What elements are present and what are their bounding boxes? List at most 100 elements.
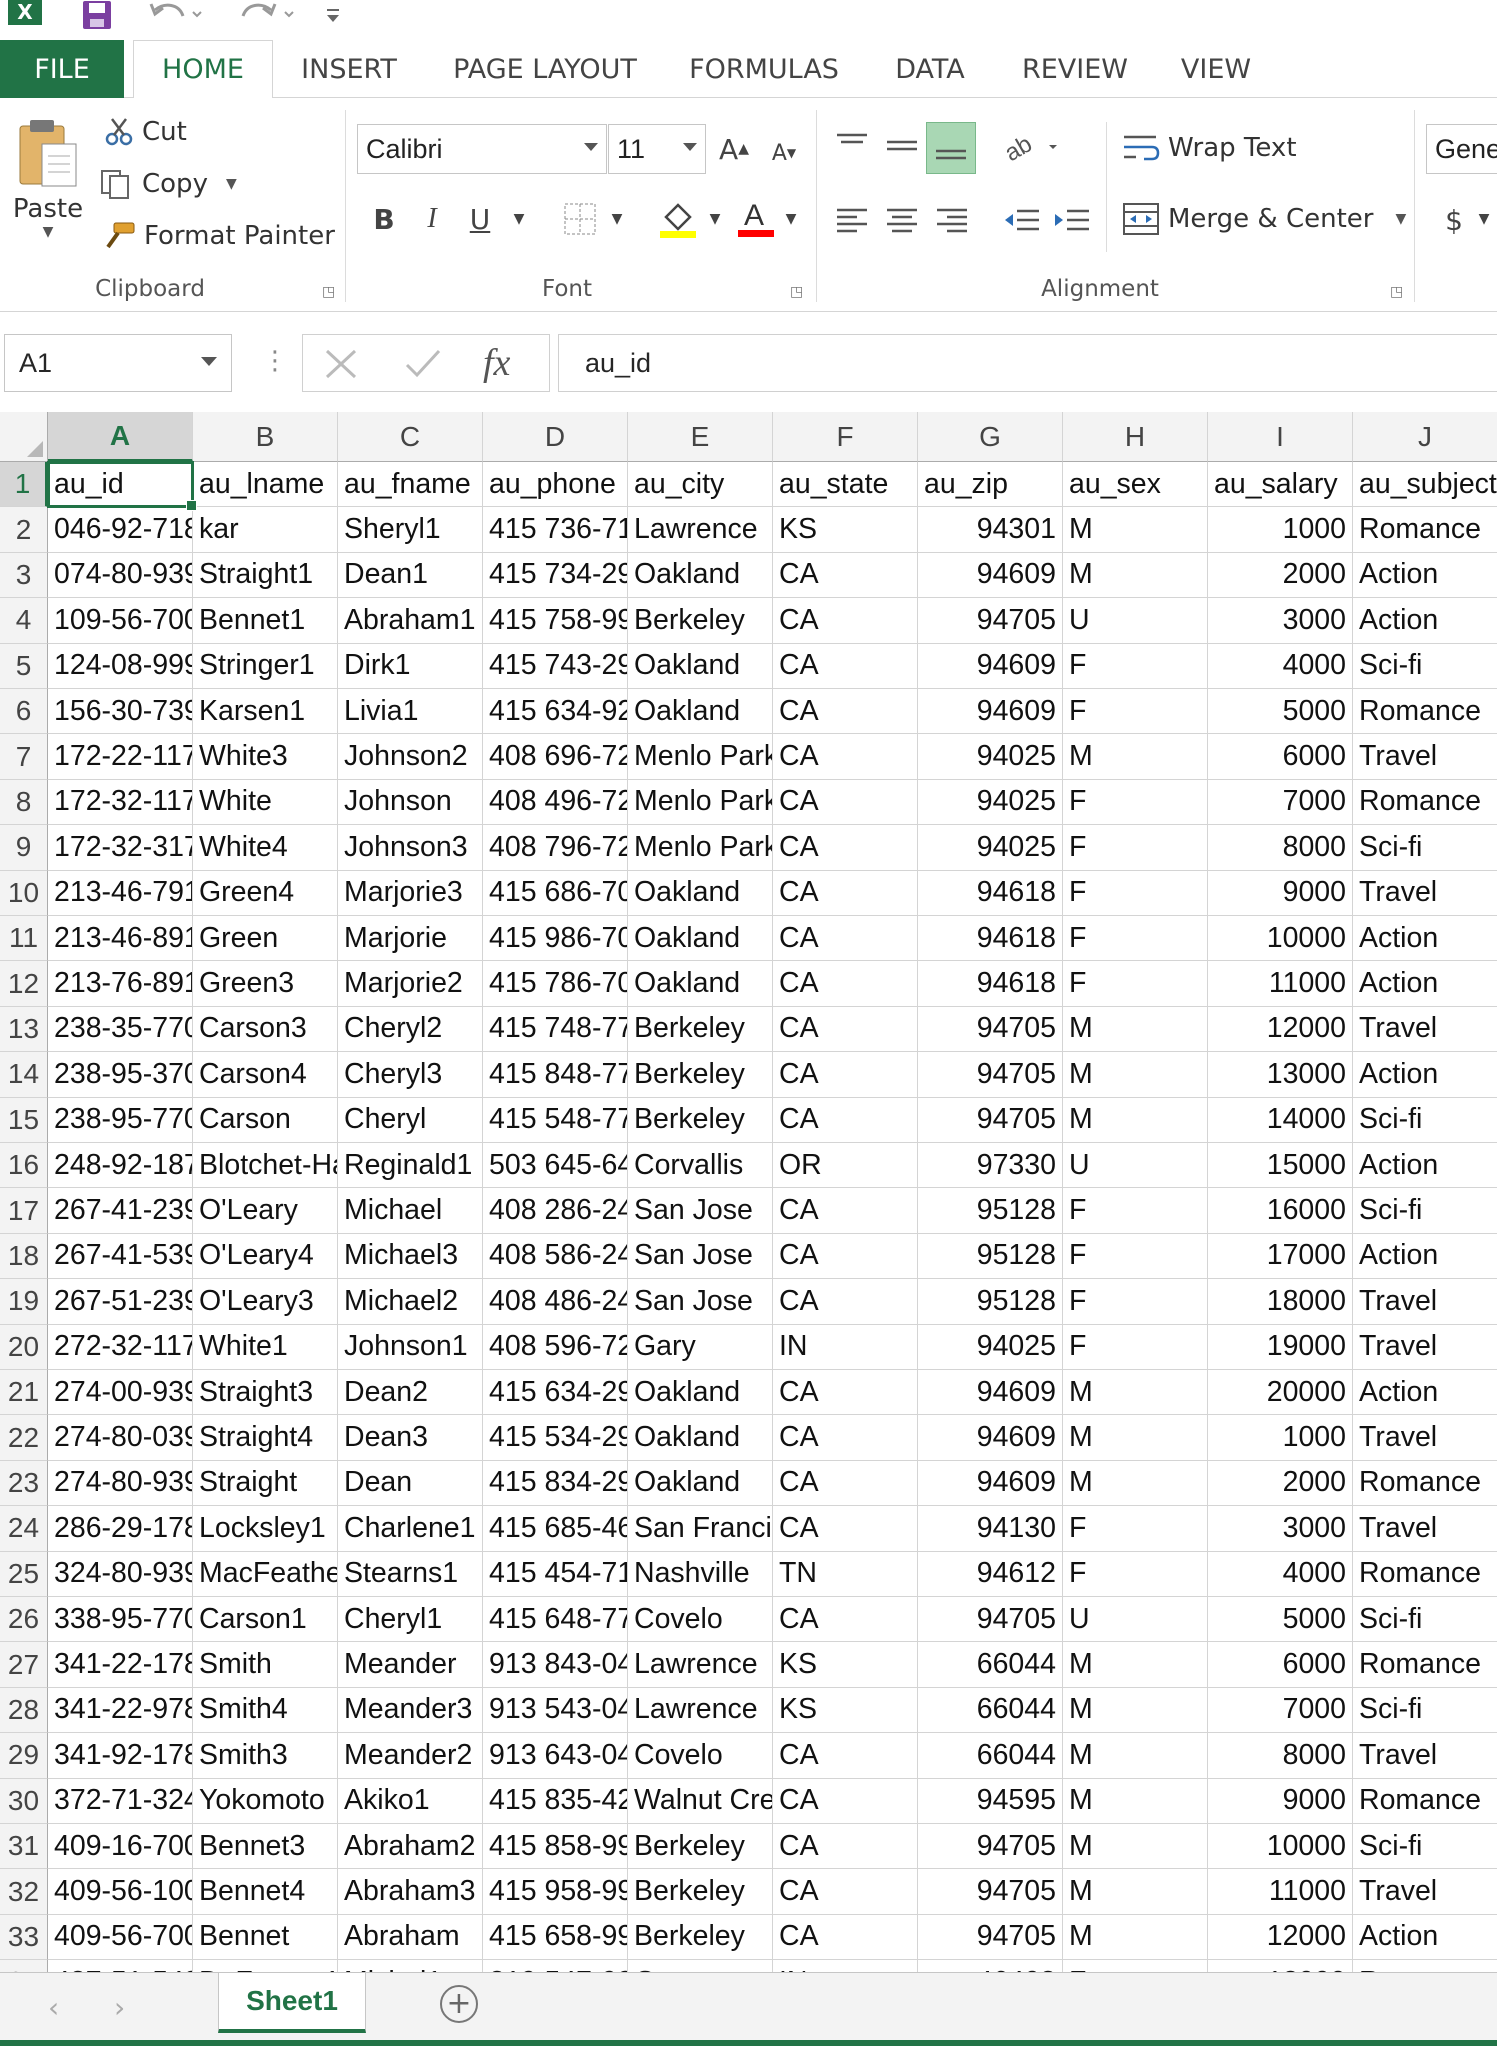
- table-cell[interactable]: Dean1: [338, 552, 483, 599]
- table-cell[interactable]: Reginald1: [338, 1143, 483, 1189]
- grow-font-icon[interactable]: A ▲: [716, 128, 752, 170]
- table-cell[interactable]: Oakland: [628, 916, 773, 962]
- tab-file[interactable]: FILE: [0, 40, 124, 98]
- table-cell[interactable]: M: [1063, 1824, 1208, 1870]
- table-cell[interactable]: Nashville: [628, 1551, 773, 1597]
- italic-button[interactable]: I: [414, 198, 450, 240]
- table-cell[interactable]: 338-95-770: [48, 1597, 193, 1643]
- tab-review[interactable]: REVIEW: [1012, 40, 1138, 98]
- table-cell[interactable]: Marjorie3: [338, 870, 483, 916]
- table-cell[interactable]: Abraham2: [338, 1824, 483, 1870]
- table-cell[interactable]: 66044: [918, 1642, 1063, 1688]
- table-cell[interactable]: M: [1063, 1052, 1208, 1098]
- row-header[interactable]: 34: [0, 1960, 48, 1972]
- table-cell[interactable]: Green4: [193, 870, 338, 916]
- table-cell[interactable]: M: [1063, 1006, 1208, 1053]
- table-cell[interactable]: 7000: [1208, 779, 1353, 826]
- table-cell[interactable]: Berkeley: [628, 1824, 773, 1870]
- font-color-icon[interactable]: A: [734, 194, 778, 242]
- table-cell[interactable]: 408 696-72: [483, 734, 628, 780]
- table-cell[interactable]: 238-35-770: [48, 1006, 193, 1053]
- add-sheet-icon[interactable]: +: [440, 1985, 478, 2023]
- table-cell[interactable]: 94612: [918, 1551, 1063, 1597]
- table-cell[interactable]: O'Leary: [193, 1188, 338, 1234]
- table-cell[interactable]: Travel: [1353, 1506, 1497, 1552]
- borders-icon[interactable]: [560, 198, 600, 240]
- table-cell[interactable]: OR: [773, 1143, 918, 1189]
- table-cell[interactable]: 415 548-77: [483, 1097, 628, 1143]
- merge-dropdown-icon[interactable]: ▼: [1395, 211, 1406, 227]
- table-cell[interactable]: 95128: [918, 1233, 1063, 1280]
- table-cell[interactable]: Sheryl1: [338, 507, 483, 553]
- table-cell[interactable]: 267-41-239: [48, 1188, 193, 1234]
- table-cell[interactable]: 5000: [1208, 1597, 1353, 1643]
- table-cell[interactable]: 415 786-70: [483, 961, 628, 1007]
- table-cell[interactable]: Sci-fi: [1353, 1824, 1497, 1870]
- table-cell[interactable]: 94705: [918, 1052, 1063, 1098]
- table-cell[interactable]: 408 486-24: [483, 1279, 628, 1325]
- table-cell[interactable]: Covelo: [628, 1597, 773, 1643]
- align-top-icon[interactable]: [830, 122, 874, 170]
- row-header[interactable]: 18: [0, 1233, 48, 1280]
- table-cell[interactable]: Action: [1353, 598, 1497, 644]
- table-cell[interactable]: 409-56-700: [48, 1914, 193, 1961]
- formula-input[interactable]: au_id: [558, 334, 1497, 392]
- table-cell[interactable]: 415 686-70: [483, 870, 628, 916]
- tab-page-layout[interactable]: PAGE LAYOUT: [440, 40, 650, 98]
- table-cell[interactable]: Michael3: [338, 1233, 483, 1280]
- table-cell[interactable]: 341-22-978: [48, 1687, 193, 1734]
- table-cell[interactable]: White3: [193, 734, 338, 780]
- table-cell[interactable]: 9000: [1208, 1778, 1353, 1824]
- table-cell[interactable]: Covelo: [628, 1733, 773, 1779]
- table-cell[interactable]: Oakland: [628, 689, 773, 735]
- column-header-e[interactable]: E: [628, 412, 773, 462]
- row-header[interactable]: 25: [0, 1551, 48, 1597]
- table-cell[interactable]: Cheryl3: [338, 1052, 483, 1098]
- table-cell[interactable]: Dean3: [338, 1415, 483, 1461]
- table-cell[interactable]: Straight1: [193, 552, 338, 599]
- table-cell[interactable]: F: [1063, 870, 1208, 916]
- cancel-entry-icon[interactable]: [323, 347, 359, 381]
- table-cell[interactable]: 94025: [918, 734, 1063, 780]
- table-cell[interactable]: Sci-fi: [1353, 1098, 1497, 1143]
- table-cell[interactable]: 074-80-939: [48, 552, 193, 599]
- table-cell[interactable]: Action: [1353, 1143, 1497, 1189]
- table-cell[interactable]: 409-16-700: [48, 1824, 193, 1870]
- table-cell[interactable]: Romance: [1353, 780, 1497, 826]
- table-cell[interactable]: Carson3: [193, 1006, 338, 1053]
- underline-dropdown-icon[interactable]: ▼: [506, 206, 532, 232]
- redo-icon[interactable]: [232, 0, 302, 30]
- table-cell[interactable]: 415 986-70: [483, 916, 628, 962]
- table-cell[interactable]: 913 643-04: [483, 1733, 628, 1779]
- table-cell[interactable]: Meander: [338, 1642, 483, 1688]
- table-cell[interactable]: CA: [773, 689, 918, 735]
- table-cell[interactable]: Oakland: [628, 552, 773, 599]
- table-cell[interactable]: Travel: [1353, 1007, 1497, 1053]
- table-cell[interactable]: M: [1063, 1370, 1208, 1416]
- table-cell[interactable]: Menlo Park: [628, 825, 773, 871]
- table-cell[interactable]: CA: [773, 916, 918, 962]
- table-cell[interactable]: 95128: [918, 1279, 1063, 1325]
- table-cell[interactable]: Green: [193, 916, 338, 962]
- row-header[interactable]: 14: [0, 1052, 48, 1098]
- table-cell[interactable]: Romance: [1353, 689, 1497, 735]
- table-cell[interactable]: Lawrence: [628, 1687, 773, 1734]
- table-cell[interactable]: MacFeather: [193, 1551, 338, 1597]
- table-cell[interactable]: 415 534-29: [483, 1415, 628, 1461]
- table-cell[interactable]: 94609: [918, 1370, 1063, 1416]
- table-cell[interactable]: Stringer1: [193, 643, 338, 689]
- borders-dropdown-icon[interactable]: ▼: [604, 206, 630, 232]
- table-cell[interactable]: Oakland: [628, 1370, 773, 1416]
- table-cell[interactable]: Oakland: [628, 1415, 773, 1461]
- table-cell[interactable]: Green3: [193, 961, 338, 1007]
- table-cell[interactable]: O'Leary3: [193, 1279, 338, 1325]
- row-header[interactable]: 17: [0, 1188, 48, 1234]
- table-cell[interactable]: Smith3: [193, 1733, 338, 1779]
- table-cell[interactable]: CA: [773, 643, 918, 689]
- row-header[interactable]: 1: [0, 462, 48, 508]
- table-cell[interactable]: Dirk1: [338, 643, 483, 689]
- table-cell[interactable]: M: [1063, 1097, 1208, 1143]
- table-cell[interactable]: DeFrance1: [193, 1960, 338, 1972]
- table-cell[interactable]: F: [1063, 1506, 1208, 1552]
- table-cell[interactable]: CA: [773, 870, 918, 916]
